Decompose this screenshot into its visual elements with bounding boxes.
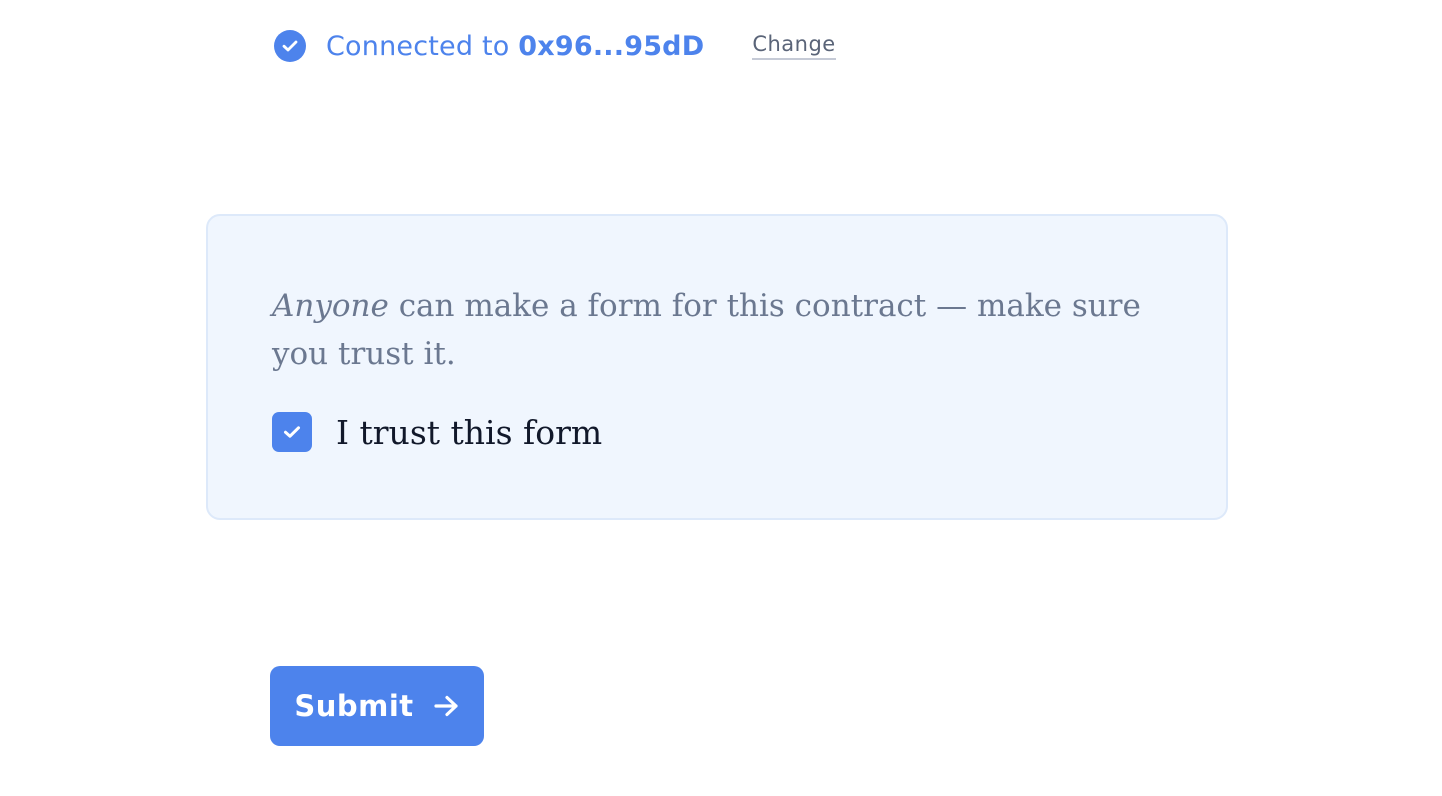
connection-prefix: Connected to xyxy=(326,30,519,62)
submit-label: Submit xyxy=(294,689,414,723)
check-circle-icon xyxy=(274,30,306,62)
change-wallet-link[interactable]: Change xyxy=(752,32,836,60)
trust-warning-emphasis: Anyone xyxy=(272,288,389,324)
trust-warning-rest: can make a form for this contract — make… xyxy=(272,288,1141,372)
connection-text: Connected to 0x96...95dD xyxy=(326,31,704,62)
connection-status: Connected to 0x96...95dD Change xyxy=(274,26,836,66)
submit-button[interactable]: Submit xyxy=(270,666,484,746)
trust-warning-text: Anyone can make a form for this contract… xyxy=(272,282,1172,378)
trust-checkbox[interactable] xyxy=(272,412,312,452)
trust-checkbox-row[interactable]: I trust this form xyxy=(272,412,602,452)
trust-panel: Anyone can make a form for this contract… xyxy=(206,214,1228,520)
trust-checkbox-label: I trust this form xyxy=(336,412,603,452)
arrow-right-icon xyxy=(434,695,460,717)
wallet-address: 0x96...95dD xyxy=(518,30,705,62)
checkmark-icon xyxy=(284,426,300,438)
